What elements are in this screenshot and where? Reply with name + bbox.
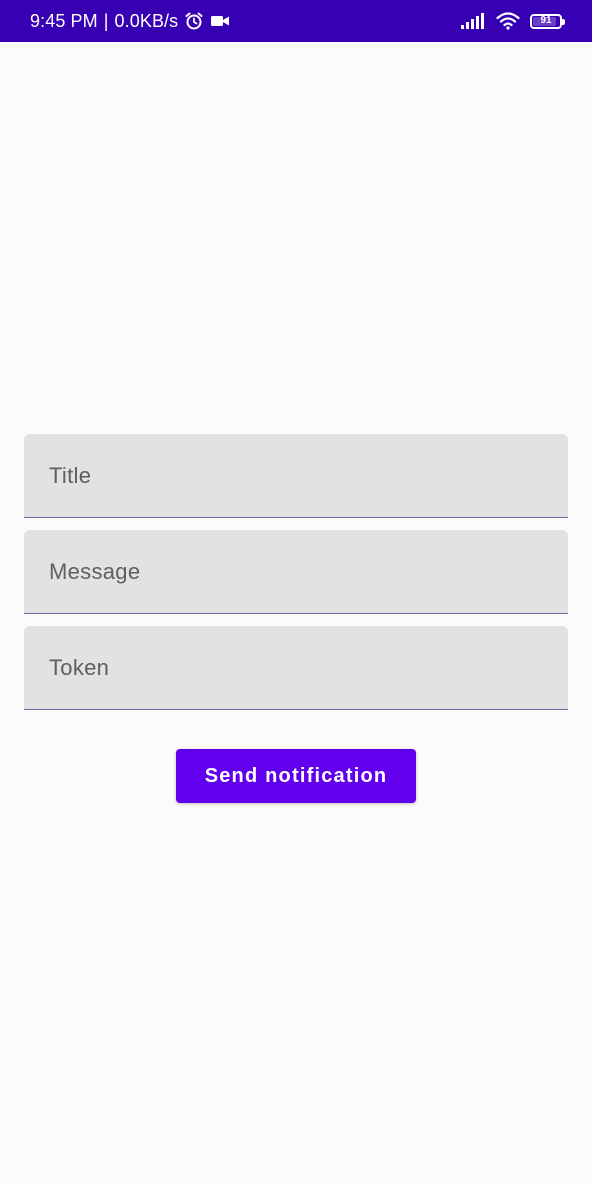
signal-icon	[460, 12, 486, 30]
title-placeholder: Title	[49, 462, 92, 488]
status-time: 9:45 PM	[30, 10, 98, 31]
status-bar: 9:45 PM | 0.0KB/s 91	[0, 0, 592, 42]
status-left: 9:45 PM | 0.0KB/s	[30, 11, 230, 32]
token-field[interactable]: Token	[24, 626, 568, 710]
battery-level: 91	[540, 15, 552, 26]
token-placeholder: Token	[49, 654, 110, 680]
app-screen: 9:45 PM | 0.0KB/s 91 Title Message Token…	[0, 0, 592, 1184]
title-field[interactable]: Title	[24, 434, 568, 518]
status-right: 91	[460, 12, 565, 30]
alarm-icon	[184, 11, 204, 31]
message-placeholder: Message	[49, 558, 141, 584]
battery-icon: 91	[530, 13, 565, 29]
message-field[interactable]: Message	[24, 530, 568, 614]
send-notification-button[interactable]: Send notification	[176, 749, 416, 803]
wifi-icon	[496, 12, 520, 30]
network-speed: 0.0KB/s	[114, 10, 179, 31]
status-separator: |	[103, 10, 109, 31]
video-camera-icon	[210, 13, 230, 29]
